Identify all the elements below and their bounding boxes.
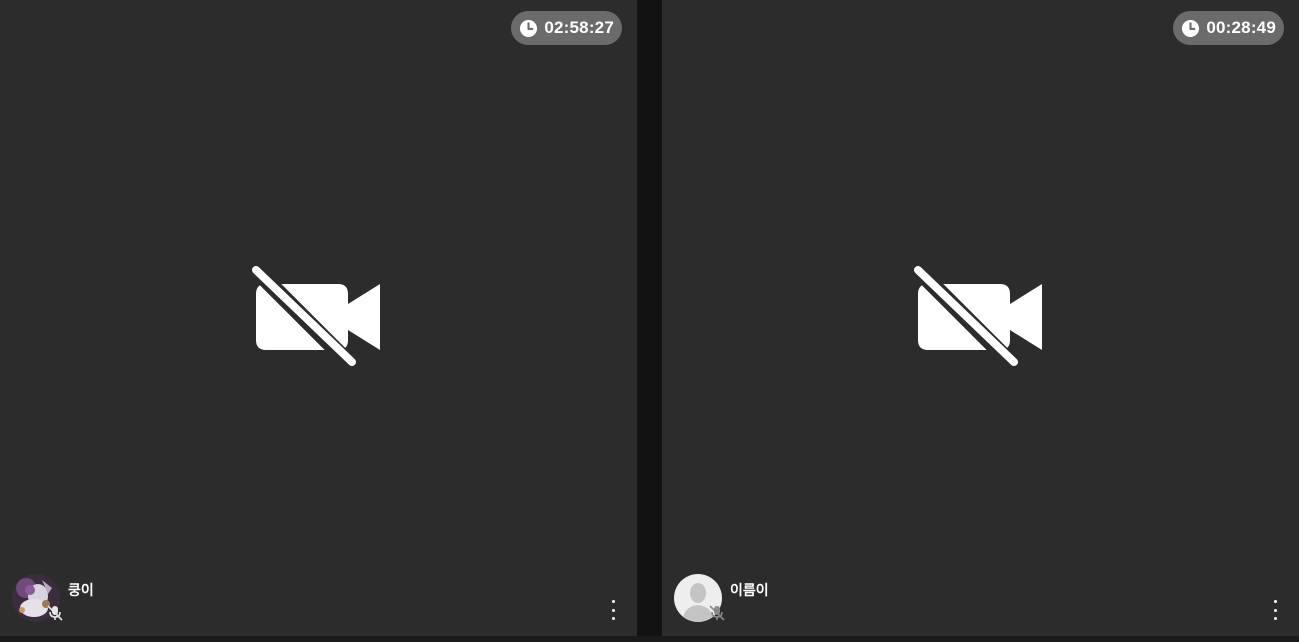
more-options-icon[interactable]	[607, 600, 619, 620]
bottom-bar	[0, 636, 1299, 642]
participant-name: 이름이	[730, 583, 769, 599]
participant-tile[interactable]: 02:58:27 쿵이	[0, 0, 637, 636]
clock-icon	[520, 19, 538, 37]
timer-text: 02:58:27	[544, 18, 614, 37]
participant-tile[interactable]: 00:28:49 이름이	[662, 0, 1299, 636]
participant-info: 이름이	[674, 574, 769, 622]
timer-text: 00:28:49	[1206, 18, 1276, 37]
participant-info: 쿵이	[12, 574, 94, 622]
video-grid: 02:58:27 쿵이 00:28:49 이름이	[0, 0, 1299, 642]
tile-divider	[637, 0, 662, 636]
mic-off-icon	[709, 605, 725, 621]
more-options-icon[interactable]	[1269, 600, 1281, 620]
video-off-icon	[913, 266, 1048, 370]
session-timer: 02:58:27	[511, 11, 622, 45]
participant-name: 쿵이	[68, 583, 94, 599]
avatar[interactable]	[674, 574, 725, 622]
mic-off-icon	[47, 605, 63, 621]
avatar[interactable]	[12, 574, 63, 622]
session-timer: 00:28:49	[1173, 11, 1284, 45]
video-off-icon	[251, 266, 386, 370]
clock-icon	[1182, 19, 1200, 37]
